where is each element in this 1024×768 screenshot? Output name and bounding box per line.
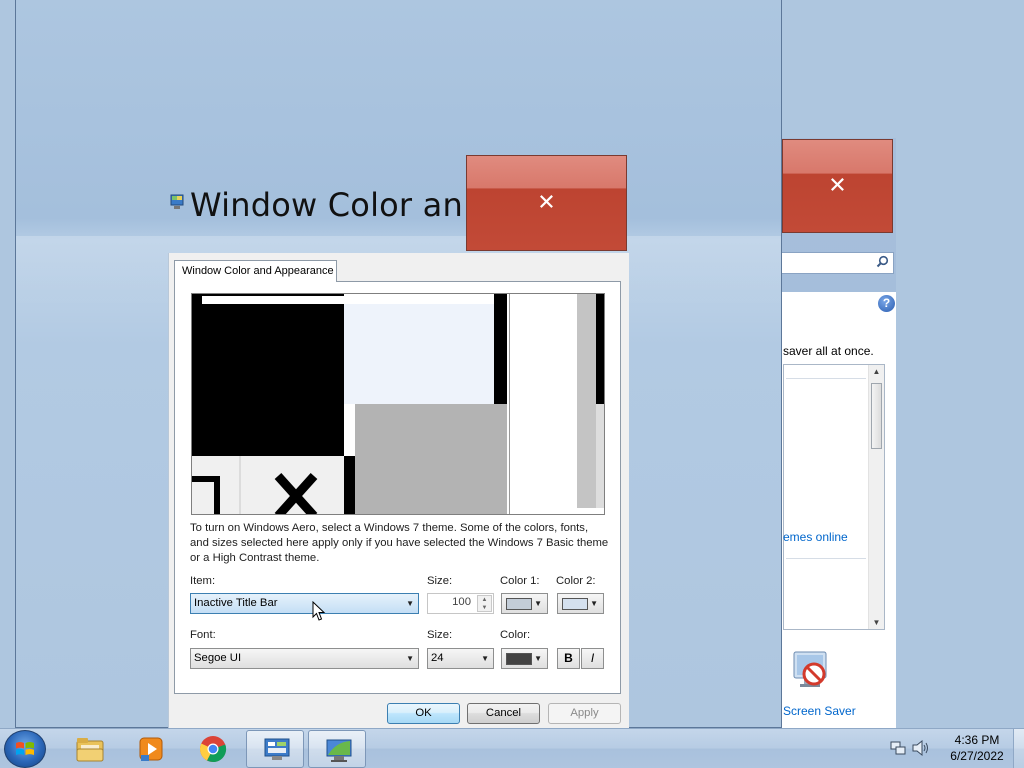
window-color-icon (326, 739, 352, 762)
size-label: Size: (427, 575, 453, 587)
stepper-up-icon[interactable]: ▲ (478, 596, 491, 604)
back-window-close-button[interactable]: ✕ (782, 139, 893, 233)
preview-scrollbar (577, 294, 596, 508)
back-window-list[interactable]: ▲ ▼ (783, 364, 885, 630)
scroll-down-icon[interactable]: ▼ (869, 618, 884, 627)
mouse-cursor-icon (312, 600, 326, 622)
font-size-label: Size: (427, 629, 453, 641)
preview-maximize-icon (192, 476, 220, 514)
preview-window-body (344, 304, 494, 404)
get-more-themes-link[interactable]: emes online (783, 530, 848, 544)
size-stepper[interactable]: 100 ▲ ▼ (427, 593, 494, 614)
color1-picker[interactable]: ▼ (501, 593, 548, 614)
size-value: 100 (452, 596, 471, 608)
screen-saver-link[interactable]: Screen Saver (783, 704, 856, 718)
preview-block (192, 294, 344, 456)
taskbar-media-player[interactable] (122, 730, 180, 768)
back-window-search-input[interactable] (781, 252, 894, 274)
font-label: Font: (190, 629, 216, 641)
preview-border (344, 456, 355, 514)
chevron-down-icon: ▼ (406, 654, 414, 663)
screen-saver-icon[interactable] (790, 648, 836, 694)
item-label: Item: (190, 575, 216, 587)
font-color-swatch (506, 653, 532, 665)
stepper-buttons[interactable]: ▲ ▼ (477, 595, 492, 612)
font-color-picker[interactable]: ▼ (501, 648, 548, 669)
network-icon[interactable] (890, 740, 906, 756)
font-dropdown[interactable]: Segoe UI ▼ (190, 648, 419, 669)
window-title: Window Color an... (190, 186, 495, 224)
stepper-down-icon[interactable]: ▼ (478, 604, 491, 612)
appearance-preview[interactable] (191, 293, 605, 515)
media-player-icon (139, 737, 163, 761)
bold-button[interactable]: B (557, 648, 580, 669)
scrollbar-thumb[interactable] (871, 383, 882, 449)
window-color-icon (170, 193, 184, 211)
italic-button[interactable]: I (581, 648, 604, 669)
folder-icon (76, 738, 104, 762)
preview-gray-panel (355, 404, 507, 514)
search-icon[interactable] (876, 255, 889, 271)
start-button[interactable] (4, 730, 46, 768)
close-icon: ✕ (828, 173, 847, 199)
aero-instructions: To turn on Windows Aero, select a Window… (190, 522, 609, 564)
list-divider (786, 558, 866, 559)
chevron-down-icon: ▼ (590, 599, 598, 608)
item-dropdown-value: Inactive Title Bar (194, 597, 278, 609)
close-icon: ✕ (537, 190, 556, 216)
chevron-down-icon: ▼ (481, 654, 489, 663)
clock-date[interactable]: 6/27/2022 (942, 749, 1012, 763)
color2-label: Color 2: (556, 575, 596, 587)
windows-logo-icon (16, 742, 34, 755)
chevron-down-icon: ▼ (534, 654, 542, 663)
preview-border (494, 294, 507, 404)
clock-time[interactable]: 4:36 PM (942, 733, 1012, 747)
preview-divider (239, 456, 241, 514)
back-window-description: saver all at once. (783, 344, 874, 358)
font-size-dropdown-value: 24 (431, 652, 444, 664)
font-size-dropdown[interactable]: 24 ▼ (427, 648, 494, 669)
chevron-down-icon: ▼ (406, 599, 414, 608)
taskbar-control-panel[interactable] (246, 730, 304, 768)
control-panel-icon (264, 738, 290, 760)
preview-titlebar (202, 296, 494, 304)
cancel-button[interactable]: Cancel (467, 703, 540, 724)
show-desktop-button[interactable] (1013, 729, 1024, 768)
scroll-up-icon[interactable]: ▲ (869, 367, 884, 376)
volume-icon[interactable] (912, 740, 930, 756)
vertical-scrollbar[interactable]: ▲ ▼ (868, 365, 884, 629)
preview-close-icon (266, 470, 326, 514)
chrome-icon (199, 736, 227, 763)
item-dropdown[interactable]: Inactive Title Bar ▼ (190, 593, 419, 614)
color2-picker[interactable]: ▼ (557, 593, 604, 614)
main-window-close-button[interactable]: ✕ (466, 155, 627, 251)
color1-label: Color 1: (500, 575, 540, 587)
apply-button[interactable]: Apply (548, 703, 621, 724)
preview-border (596, 294, 604, 404)
ok-button[interactable]: OK (387, 703, 460, 724)
font-color-label: Color: (500, 629, 531, 641)
preview-scrollbar (596, 404, 604, 508)
tab-window-color-and-appearance[interactable]: Window Color and Appearance (174, 260, 337, 282)
list-divider (786, 378, 866, 379)
taskbar-chrome[interactable] (184, 730, 242, 768)
color2-swatch (562, 598, 588, 610)
help-icon[interactable]: ? (878, 295, 895, 312)
font-dropdown-value: Segoe UI (194, 652, 242, 664)
color1-swatch (506, 598, 532, 610)
taskbar-file-explorer[interactable] (60, 730, 118, 768)
taskbar-window-color[interactable] (308, 730, 366, 768)
taskbar (0, 728, 1024, 768)
chevron-down-icon: ▼ (534, 599, 542, 608)
